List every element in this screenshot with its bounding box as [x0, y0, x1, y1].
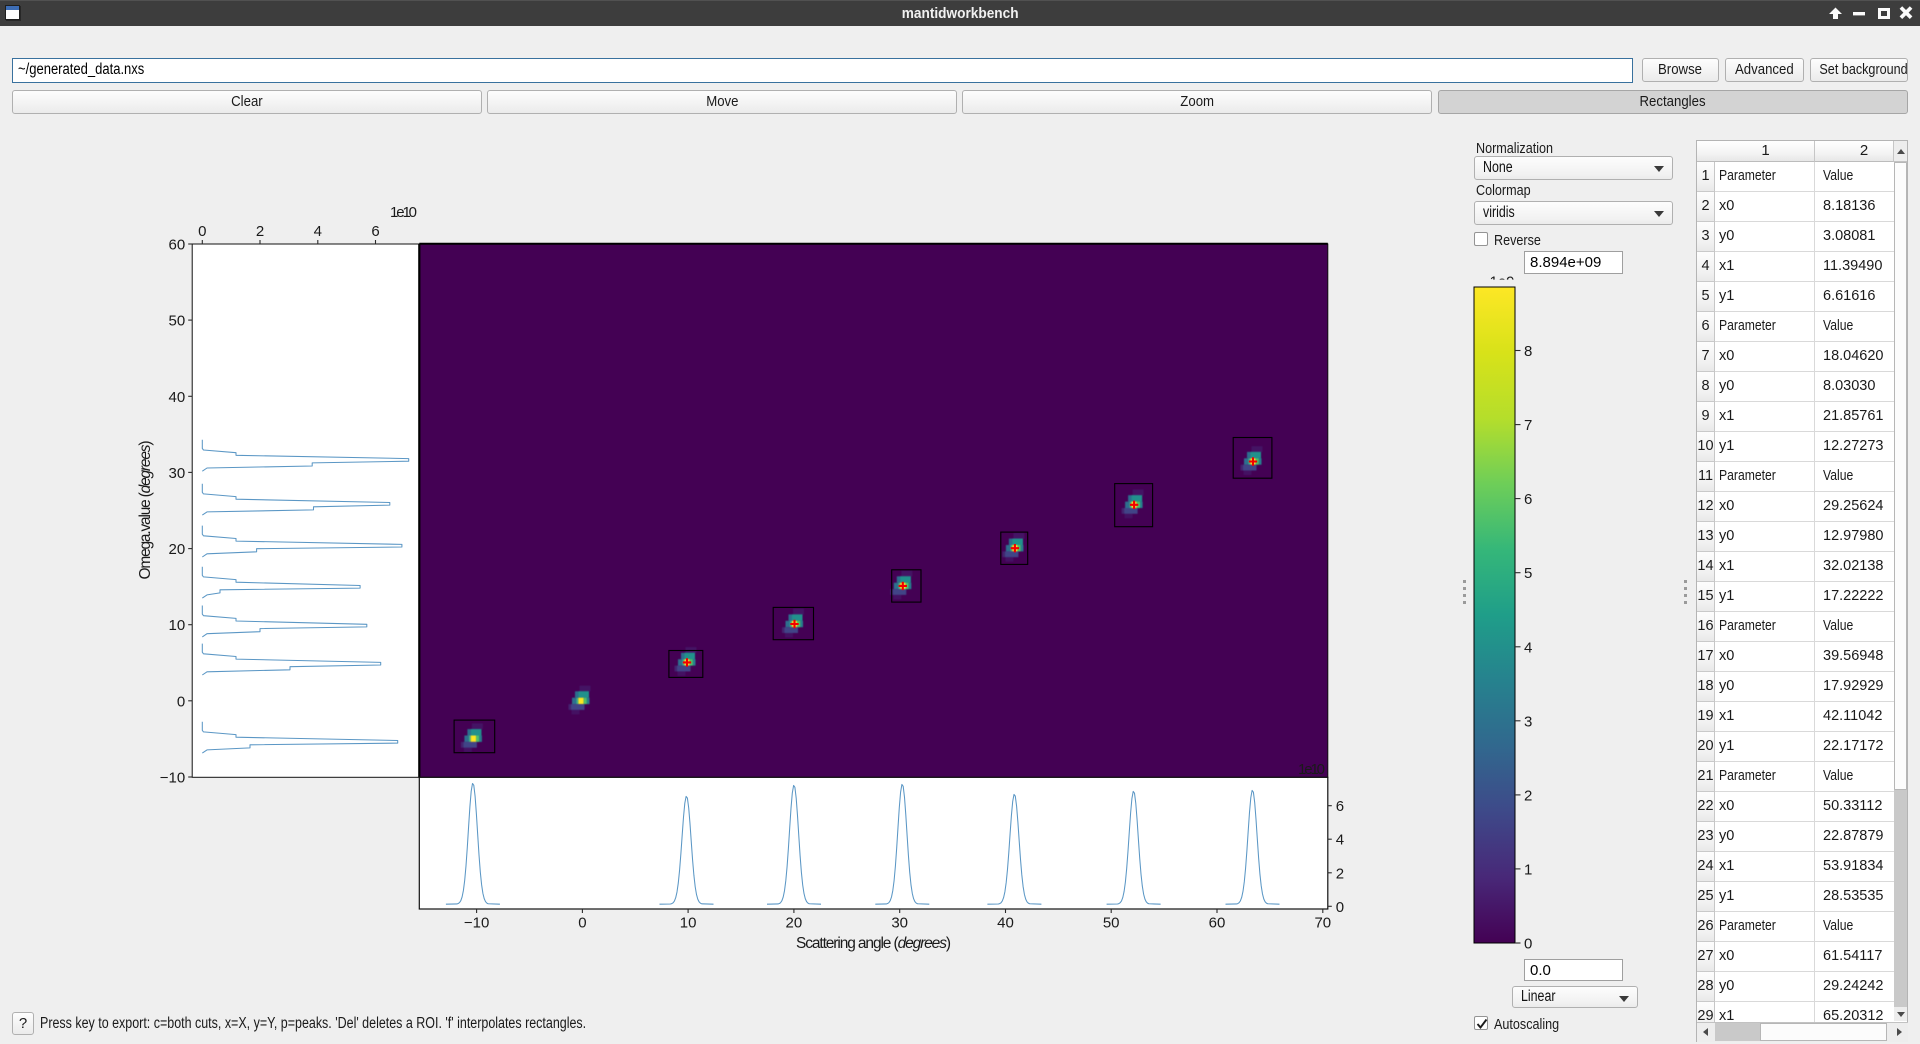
svg-text:10: 10	[680, 915, 697, 932]
svg-text:0: 0	[578, 915, 586, 932]
svg-text:3: 3	[1524, 713, 1532, 730]
svg-text:6: 6	[1524, 491, 1532, 508]
svg-text:70: 70	[1314, 915, 1331, 932]
svg-text:50: 50	[169, 313, 186, 330]
svg-text:2: 2	[1524, 787, 1532, 804]
svg-text:50: 50	[1103, 915, 1120, 932]
svg-text:4: 4	[1524, 639, 1532, 656]
svg-text:1: 1	[1524, 861, 1532, 878]
svg-text:Omega.value (degrees): Omega.value (degrees)	[137, 441, 154, 580]
svg-text:60: 60	[169, 237, 186, 254]
svg-text:40: 40	[169, 389, 186, 406]
svg-text:20: 20	[786, 915, 803, 932]
svg-text:5: 5	[1524, 565, 1532, 582]
svg-text:Scattering angle (degrees): Scattering angle (degrees)	[796, 935, 951, 952]
svg-text:40: 40	[997, 915, 1014, 932]
svg-text:4: 4	[1336, 832, 1344, 849]
svg-text:7: 7	[1524, 417, 1532, 434]
svg-text:8: 8	[1524, 343, 1532, 360]
svg-text:0: 0	[1336, 899, 1344, 916]
svg-text:0: 0	[177, 693, 185, 710]
svg-text:60: 60	[1209, 915, 1226, 932]
svg-text:1e10: 1e10	[1298, 761, 1325, 778]
svg-text:20: 20	[169, 541, 186, 558]
svg-text:−10: −10	[160, 770, 185, 787]
svg-text:0: 0	[1524, 936, 1532, 953]
svg-text:30: 30	[891, 915, 908, 932]
svg-text:30: 30	[169, 465, 186, 482]
svg-text:2: 2	[256, 223, 264, 240]
svg-text:10: 10	[169, 617, 186, 634]
svg-text:0: 0	[198, 223, 206, 240]
svg-text:6: 6	[371, 223, 379, 240]
svg-text:1e10: 1e10	[390, 204, 417, 221]
svg-text:6: 6	[1336, 798, 1344, 815]
svg-text:2: 2	[1336, 865, 1344, 882]
svg-text:4: 4	[314, 223, 322, 240]
svg-text:−10: −10	[464, 915, 489, 932]
